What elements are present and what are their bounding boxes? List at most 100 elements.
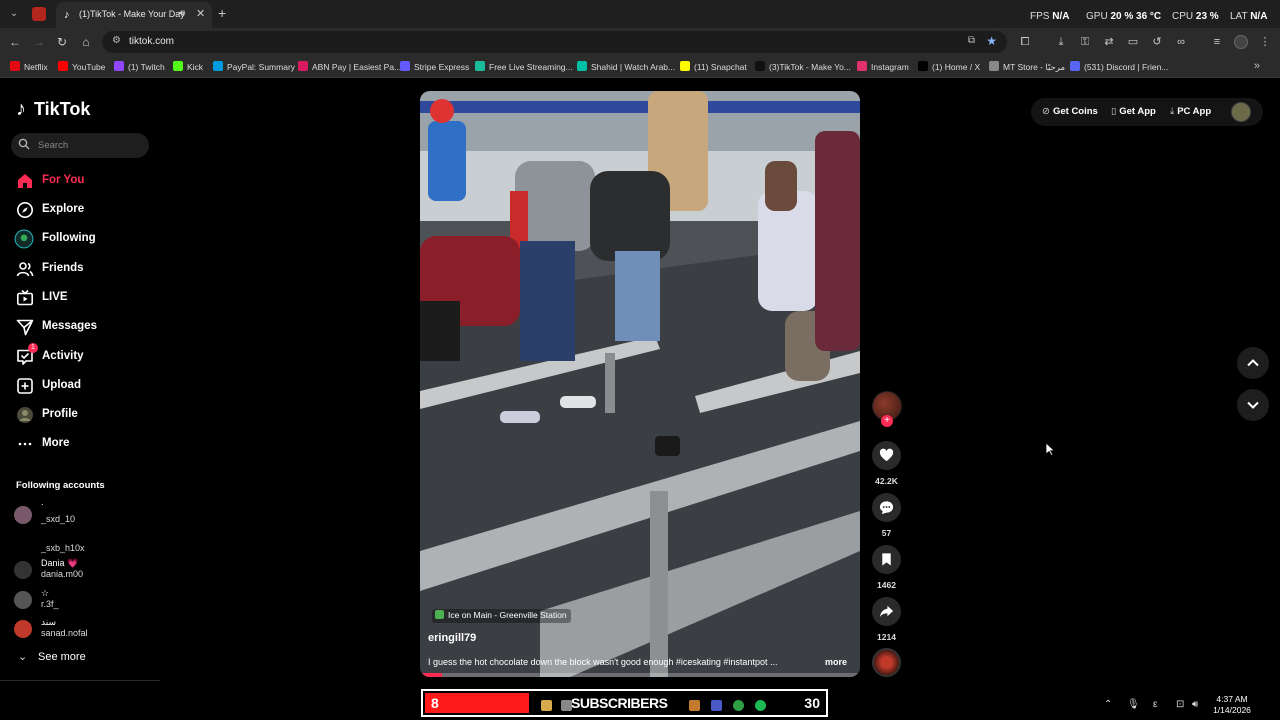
nav-profile[interactable]: Profile [16, 405, 156, 425]
extensions-icon[interactable]: ⧠ [1018, 35, 1032, 49]
tab-close-icon[interactable]: ✕ [196, 7, 205, 20]
bookmark-shahid[interactable]: Shahid | Watch Arab... [577, 61, 675, 72]
live-icon [16, 289, 33, 306]
search-input[interactable]: Search [11, 133, 149, 158]
tab-audio-icon[interactable]: 🔊︎ [179, 8, 185, 19]
search-placeholder: Search [38, 140, 69, 151]
bookmark-icon [882, 553, 891, 566]
following-account[interactable]: . _sxd_10 [14, 497, 154, 528]
bookmark-tiktok[interactable]: (3)TikTok - Make Yo... [755, 61, 851, 72]
translate-icon[interactable]: ⇄ [1102, 35, 1116, 49]
bookmarks-bar: Netflix YouTube (1) Twitch Kick PayPal: … [0, 56, 1280, 78]
bookmark-free-live-streaming[interactable]: Free Live Streaming... [475, 61, 573, 72]
forward-arrow-icon[interactable]: → [31, 34, 47, 50]
video-author[interactable]: eringill79 [428, 632, 476, 644]
file-explorer-icon[interactable] [541, 700, 552, 711]
see-more-button[interactable]: ⌄ See more [18, 650, 86, 663]
top-actions-bar: ⊘ Get Coins ▯ Get App ⤓ PC App [1031, 98, 1263, 126]
home-browser-icon[interactable]: ⌂ [78, 34, 94, 50]
nav-label: For You [42, 174, 85, 186]
site-info-icon[interactable]: ⚙ [112, 35, 121, 46]
next-video-button[interactable] [1237, 389, 1269, 421]
caption-more-button[interactable]: more [825, 657, 847, 667]
tray-overflow-icon[interactable]: ⌃ [1104, 699, 1112, 710]
volume-icon[interactable]: 🔊︎ [1192, 699, 1198, 710]
install-app-icon[interactable]: ⧉ [968, 35, 975, 46]
system-clock[interactable]: 4:37 AM 1/14/2026 [1209, 694, 1255, 716]
history-icon[interactable]: ↺ [1150, 35, 1164, 49]
following-account[interactable]: _sxb_h10x [14, 531, 154, 557]
sidebar-divider [0, 680, 160, 681]
xbox-icon[interactable] [733, 700, 744, 711]
nav-upload[interactable]: Upload [16, 376, 156, 396]
tab-search-dropdown-icon[interactable]: ⌄ [6, 6, 22, 22]
get-app-button[interactable]: ▯ Get App [1111, 106, 1156, 117]
share-button[interactable] [872, 597, 901, 626]
downloads-icon[interactable]: ⤓ [1054, 35, 1068, 49]
nav-friends[interactable]: Friends [16, 259, 156, 279]
bookmark-paypal[interactable]: PayPal: Summary [213, 61, 295, 72]
bookmark-mt-store[interactable]: MT Store - مرحبًا [989, 61, 1065, 73]
bookmark-kick[interactable]: Kick [173, 61, 203, 72]
link-icon[interactable]: ∞ [1174, 35, 1188, 49]
bookmark-abn-pay[interactable]: ABN Pay | Easiest Pa... [298, 61, 401, 72]
nav-label: More [42, 437, 70, 449]
bookmark-x[interactable]: (1) Home / X [918, 61, 980, 72]
nav-live[interactable]: LIVE [16, 288, 156, 308]
app-icon[interactable] [689, 700, 700, 711]
bookmark-youtube[interactable]: YouTube [58, 61, 105, 72]
new-tab-button[interactable]: + [218, 5, 226, 21]
pc-app-button[interactable]: ⤓ PC App [1170, 106, 1211, 117]
nav-messages[interactable]: Messages [16, 317, 156, 337]
subscribers-label: SUBSCRIBERS [571, 695, 668, 711]
follow-plus-icon[interactable]: + [881, 415, 893, 427]
spotify-icon[interactable] [755, 700, 766, 711]
home-icon [18, 174, 32, 188]
save-button[interactable] [872, 545, 901, 574]
bookmark-stripe[interactable]: Stripe Express [400, 61, 469, 72]
address-bar[interactable]: ⚙ tiktok.com ⧉ ★ [102, 31, 1007, 53]
previous-video-button[interactable] [1237, 347, 1269, 379]
url-text[interactable]: tiktok.com [129, 36, 174, 47]
browser-profile-avatar[interactable] [1234, 35, 1248, 49]
user-avatar[interactable] [1231, 102, 1251, 122]
bookmarks-overflow-icon[interactable]: » [1254, 60, 1260, 72]
language-icon[interactable]: ε [1153, 699, 1157, 710]
comment-button[interactable] [872, 493, 901, 522]
friends-icon [16, 262, 34, 277]
account-name: سند [41, 617, 56, 627]
network-icon[interactable]: ⊡ [1176, 699, 1184, 710]
nav-for-you[interactable]: For You [16, 171, 156, 191]
like-button[interactable] [872, 441, 901, 470]
following-account[interactable]: ☆ r.3f_ [14, 587, 154, 613]
bookmark-star-icon[interactable]: ★ [986, 34, 997, 48]
card-icon[interactable]: ▭ [1126, 35, 1140, 49]
get-coins-button[interactable]: ⊘ Get Coins [1042, 106, 1098, 117]
password-key-icon[interactable]: ⚿ [1078, 35, 1092, 49]
bookmark-netflix[interactable]: Netflix [10, 61, 48, 72]
location-tag[interactable]: Ice on Main - Greenville Station [432, 609, 571, 623]
bookmark-instagram[interactable]: Instagram [857, 61, 909, 72]
following-account[interactable]: سند sanad.nofal [14, 616, 154, 642]
following-account[interactable]: Dania 💗 dania.m00 [14, 557, 154, 583]
browser-menu-icon[interactable]: ⋮ [1258, 35, 1272, 49]
nav-explore[interactable]: Explore [16, 200, 156, 220]
microphone-icon[interactable]: 🎙︎ [1127, 699, 1140, 710]
back-arrow-icon[interactable]: ← [7, 34, 23, 50]
reading-list-icon[interactable]: ≡ [1210, 35, 1224, 49]
bookmark-twitch[interactable]: (1) Twitch [114, 61, 165, 72]
active-tab[interactable]: ♪ (1)TikTok - Make Your Day 🔊︎ ✕ [56, 2, 212, 28]
bookmark-discord[interactable]: (531) Discord | Frien... [1070, 61, 1168, 72]
nav-more[interactable]: More [16, 434, 156, 454]
bookmark-snapchat[interactable]: (11) Snapchat [680, 61, 747, 72]
discord-icon [1070, 61, 1080, 71]
video-progress-bar[interactable] [420, 673, 860, 677]
nav-following[interactable]: Following [14, 229, 156, 249]
pinned-tab[interactable] [32, 7, 46, 21]
nav-activity[interactable]: 1 Activity [16, 343, 156, 367]
reload-icon[interactable]: ↻ [54, 34, 70, 50]
music-disc-icon[interactable] [872, 648, 901, 677]
compass-icon [17, 202, 33, 218]
app-icon[interactable] [711, 700, 722, 711]
video-player[interactable]: Ice on Main - Greenville Station eringil… [420, 91, 860, 677]
